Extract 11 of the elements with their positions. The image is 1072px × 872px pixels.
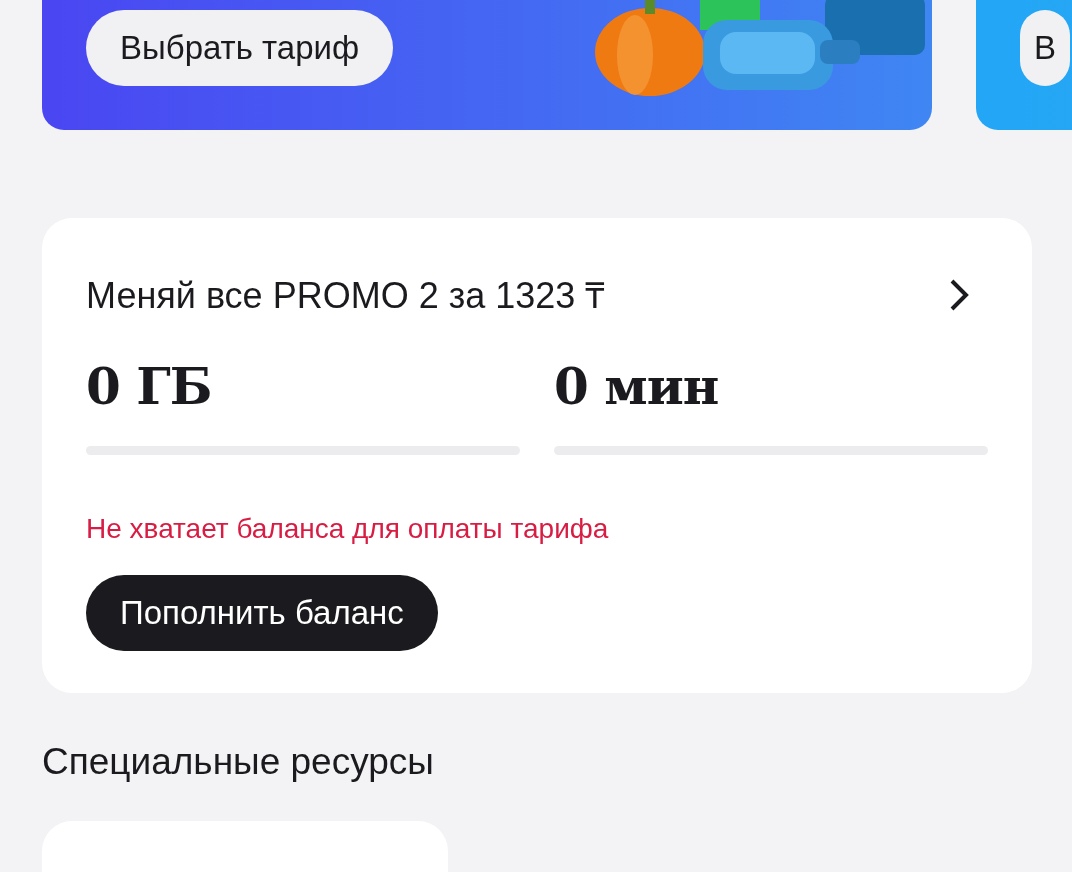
section-title: Специальные ресурсы	[42, 741, 435, 783]
choose-tariff-button[interactable]: В	[1020, 10, 1070, 86]
choose-tariff-button[interactable]: Выбрать тариф	[86, 10, 394, 86]
tariff-title: Меняй все PROMO 2 за 1323 ₸	[86, 274, 606, 318]
resource-amount: 0 мин	[554, 357, 720, 416]
top-up-button[interactable]: Пополнить баланс	[86, 575, 438, 651]
promo-banner[interactable]: Выбрать тариф	[42, 0, 932, 130]
promo-banner[interactable]: В	[976, 0, 1072, 130]
balance-warning: Не хватает баланса для оплаты тарифа	[86, 513, 610, 545]
chevron-right-icon[interactable]	[948, 277, 970, 312]
resource-amount: 0 ГБ	[86, 357, 213, 416]
